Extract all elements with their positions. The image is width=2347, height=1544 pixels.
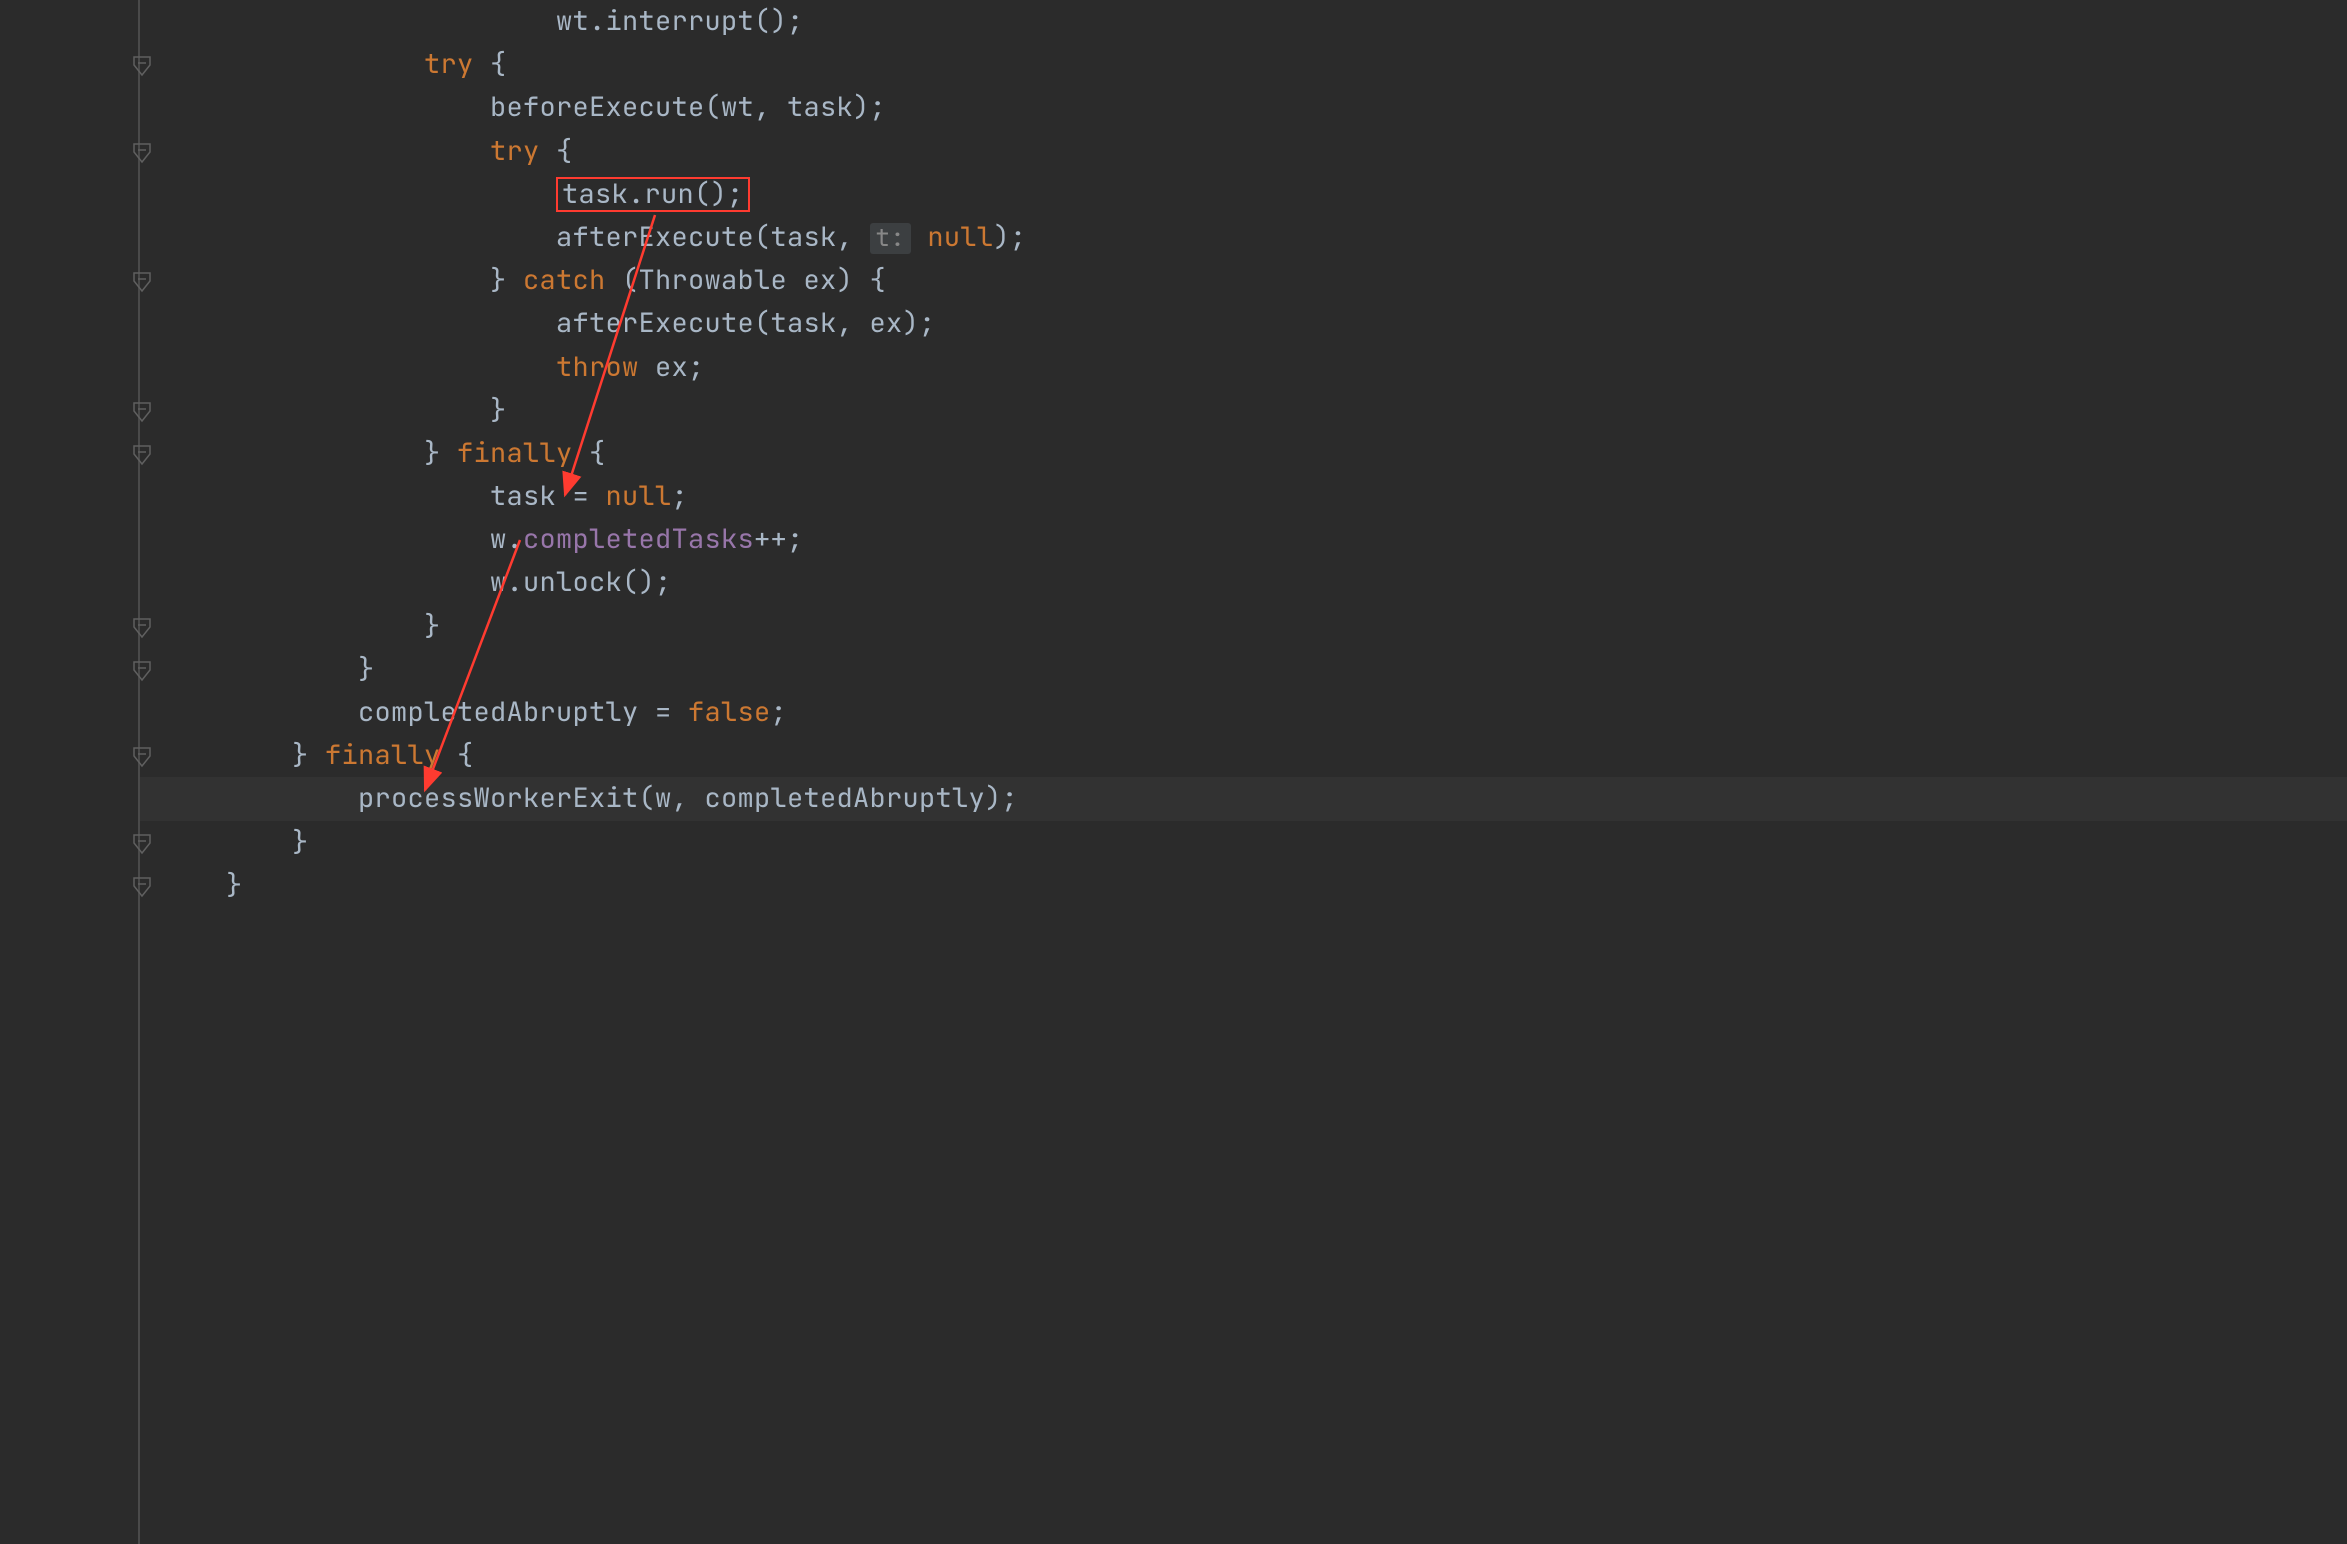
- code-line[interactable]: }: [140, 821, 2347, 864]
- code-line[interactable]: w.completedTasks++;: [140, 518, 2347, 561]
- code-token: finally: [325, 737, 441, 773]
- code-token: }: [490, 262, 523, 298]
- code-token: null: [927, 219, 993, 255]
- code-token: }: [490, 392, 507, 428]
- code-token: );: [993, 219, 1026, 255]
- code-line[interactable]: afterExecute(task, t: null);: [140, 216, 2347, 259]
- code-token: afterExecute(task, ex);: [556, 305, 936, 341]
- code-line[interactable]: afterExecute(task, ex);: [140, 302, 2347, 345]
- code-token: false: [688, 694, 771, 730]
- code-line[interactable]: task.run();: [140, 173, 2347, 216]
- code-token: }: [226, 867, 243, 903]
- code-token: [911, 219, 928, 255]
- code-lines-container: wt.interrupt(); try { beforeExecute(wt, …: [140, 0, 2347, 907]
- code-token: try: [490, 133, 540, 169]
- code-token: ;: [672, 478, 689, 514]
- code-line[interactable]: } finally {: [140, 734, 2347, 777]
- code-token: {: [540, 133, 573, 169]
- code-line[interactable]: }: [140, 864, 2347, 907]
- code-token: beforeExecute(wt, task);: [490, 89, 886, 125]
- code-token: (Throwable ex) {: [606, 262, 887, 298]
- code-token: null: [606, 478, 672, 514]
- code-token: task =: [490, 478, 606, 514]
- code-token: w.unlock();: [490, 564, 672, 600]
- code-line[interactable]: }: [140, 648, 2347, 691]
- code-token: afterExecute(task,: [556, 219, 870, 255]
- code-line[interactable]: task = null;: [140, 475, 2347, 518]
- code-token: completedAbruptly =: [358, 694, 688, 730]
- code-editor[interactable]: wt.interrupt(); try { beforeExecute(wt, …: [0, 0, 2347, 1544]
- code-token: {: [474, 46, 507, 82]
- code-token: ++;: [754, 521, 804, 557]
- code-token: finally: [457, 435, 573, 471]
- code-line[interactable]: } catch (Throwable ex) {: [140, 259, 2347, 302]
- param-hint: t:: [870, 223, 911, 254]
- code-line[interactable]: throw ex;: [140, 346, 2347, 389]
- code-line[interactable]: beforeExecute(wt, task);: [140, 86, 2347, 129]
- code-token: {: [441, 737, 474, 773]
- code-token: }: [424, 435, 457, 471]
- code-line[interactable]: } finally {: [140, 432, 2347, 475]
- code-token: catch: [523, 262, 606, 298]
- code-area[interactable]: wt.interrupt(); try { beforeExecute(wt, …: [140, 0, 2347, 1544]
- code-token: ex;: [639, 349, 705, 385]
- code-line[interactable]: try {: [140, 130, 2347, 173]
- code-line[interactable]: completedAbruptly = false;: [140, 691, 2347, 734]
- code-token: wt.interrupt();: [556, 3, 804, 39]
- code-line[interactable]: processWorkerExit(w, completedAbruptly);: [140, 777, 2347, 820]
- code-line[interactable]: }: [140, 605, 2347, 648]
- code-line[interactable]: try {: [140, 43, 2347, 86]
- code-token: try: [424, 46, 474, 82]
- code-token: }: [424, 608, 441, 644]
- code-token: ;: [771, 694, 788, 730]
- code-line[interactable]: w.unlock();: [140, 561, 2347, 604]
- code-token: processWorkerExit(w, completedAbruptly);: [358, 780, 1018, 816]
- code-token: }: [292, 737, 325, 773]
- code-line[interactable]: wt.interrupt();: [140, 0, 2347, 43]
- code-token: }: [292, 824, 309, 860]
- code-token: w.: [490, 521, 523, 557]
- code-token: }: [358, 651, 375, 687]
- code-token: throw: [556, 349, 639, 385]
- code-token: completedTasks: [523, 521, 754, 557]
- editor-gutter: [0, 0, 140, 1544]
- code-line[interactable]: }: [140, 389, 2347, 432]
- highlighted-call-box: task.run();: [556, 177, 750, 212]
- code-token: {: [573, 435, 606, 471]
